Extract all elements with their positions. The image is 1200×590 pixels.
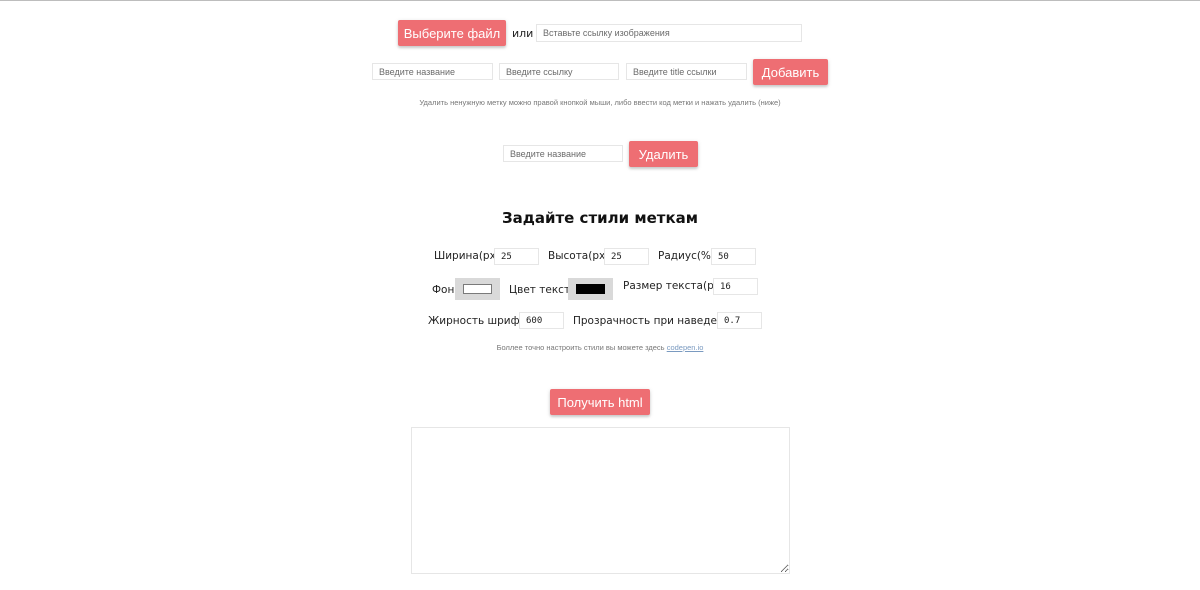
html-output-textarea[interactable] [411, 427, 790, 574]
marker-link-input[interactable] [499, 63, 619, 80]
top-divider [0, 0, 1200, 1]
radius-label: Радиус(%) [658, 250, 716, 262]
delete-marker-button[interactable]: Удалить [629, 141, 698, 167]
styles-heading: Задайте стили меткам [501, 209, 699, 227]
font-size-label: Размер текста(px) [623, 280, 725, 292]
choose-file-button[interactable]: Выберите файл [398, 20, 506, 46]
font-weight-label: Жирность шрифта [428, 315, 533, 327]
delete-marker-name-input[interactable] [503, 145, 623, 162]
width-input[interactable] [494, 248, 539, 265]
or-label: или [512, 27, 534, 40]
codepen-note: Боллее точно настроить стили вы можете з… [0, 343, 1200, 352]
get-html-button[interactable]: Получить html [550, 389, 650, 415]
background-label: Фон [432, 284, 455, 296]
font-weight-input[interactable] [519, 312, 564, 329]
image-url-input[interactable] [536, 24, 802, 42]
width-label: Ширина(px) [434, 250, 500, 262]
add-marker-button[interactable]: Добавить [753, 59, 828, 85]
delete-hint-text: Удалить ненужную метку можно правой кноп… [419, 98, 781, 107]
font-size-input[interactable] [713, 278, 758, 295]
hover-opacity-input[interactable] [717, 312, 762, 329]
height-label: Высота(px) [548, 250, 610, 262]
background-color-swatch [463, 284, 492, 294]
height-input[interactable] [604, 248, 649, 265]
background-color-picker[interactable] [455, 278, 500, 300]
radius-input[interactable] [711, 248, 756, 265]
text-color-label: Цвет текста [509, 284, 577, 296]
marker-name-input[interactable] [372, 63, 493, 80]
codepen-note-text: Боллее точно настроить стили вы можете з… [496, 343, 665, 352]
hover-opacity-label: Прозрачность при наведении [573, 315, 738, 327]
codepen-link[interactable]: codepen.io [667, 343, 704, 352]
marker-link-title-input[interactable] [626, 63, 747, 80]
text-color-swatch [576, 284, 605, 294]
text-color-picker[interactable] [568, 278, 613, 300]
